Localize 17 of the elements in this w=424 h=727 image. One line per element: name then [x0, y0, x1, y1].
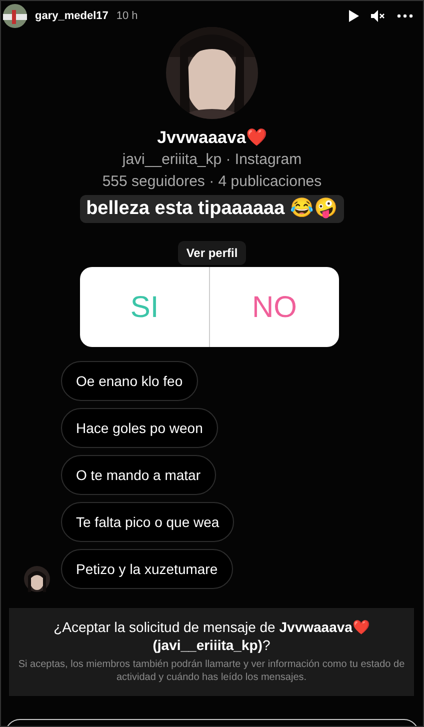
request-description: Si aceptas, los miembros también podrán llamarte y ver información como tu estado de actividad y cuándo has leído los mensajes. — [17, 658, 406, 684]
username[interactable]: gary_medel17 — [35, 8, 108, 24]
view-profile-button[interactable]: Ver perfil — [178, 241, 246, 265]
mute-icon[interactable] — [371, 10, 385, 22]
profile-stats: 555 seguidores · 4 publicaciones — [102, 172, 322, 192]
message-bubble: Te falta pico o que wea — [61, 502, 234, 542]
message-bubble: O te mando a matar — [61, 455, 216, 495]
more-icon[interactable] — [397, 14, 413, 18]
request-title: ¿Aceptar la solicitud de mensaje de Jvvwaaava❤ (javi__eriiita_kp)? — [52, 618, 370, 654]
message-bubble: Hace goles po weon — [61, 408, 218, 448]
caption-text: belleza esta tipaaaaaa 😂🤪 — [80, 195, 344, 223]
message-bubble: Oe enano klo feo — [61, 361, 198, 401]
play-icon[interactable] — [349, 10, 359, 22]
profile-name: Jvvwaaava❤ — [157, 127, 267, 149]
profile-handle: javi__eriiita_kp · Instagram — [122, 150, 302, 170]
message-bubble: Petizo y la xuzetumare — [61, 549, 233, 589]
post-time: 10 h — [116, 8, 138, 24]
